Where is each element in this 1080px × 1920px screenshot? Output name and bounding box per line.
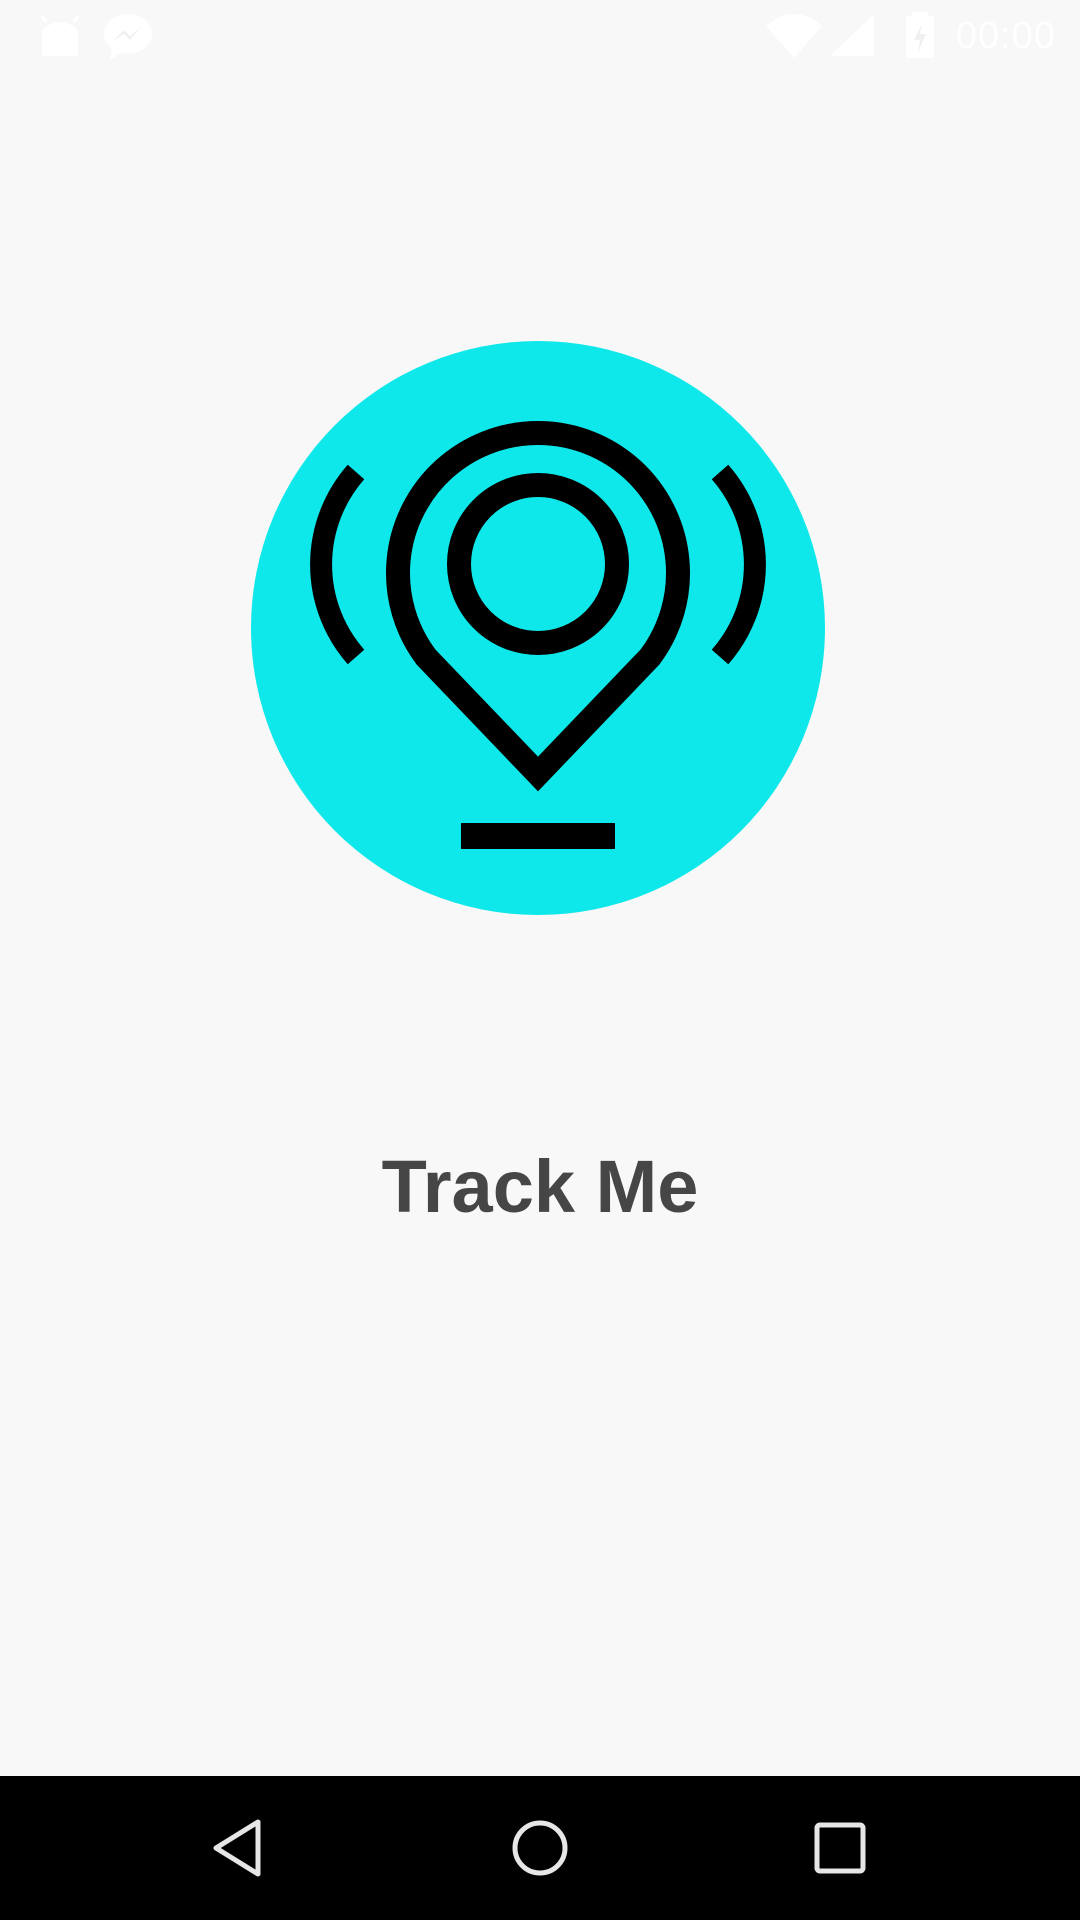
back-button[interactable]: [190, 1798, 290, 1898]
location-pin-signal-icon: [251, 341, 825, 915]
home-button[interactable]: [490, 1798, 590, 1898]
status-time: 00:00: [955, 15, 1056, 57]
status-bar: 00:00: [0, 0, 1080, 72]
home-icon: [512, 1820, 568, 1876]
wifi-icon: [766, 14, 822, 58]
android-icon: [40, 15, 80, 56]
navigation-bar: [0, 1776, 1080, 1920]
cell-signal-icon: [830, 14, 874, 56]
back-icon: [213, 1819, 261, 1877]
recents-button[interactable]: [790, 1798, 890, 1898]
splash-content: Track Me: [0, 72, 1080, 1776]
messenger-icon: [104, 14, 152, 60]
recents-icon: [814, 1822, 866, 1874]
battery-charging-icon: [906, 12, 934, 58]
app-title: Track Me: [381, 1145, 699, 1228]
